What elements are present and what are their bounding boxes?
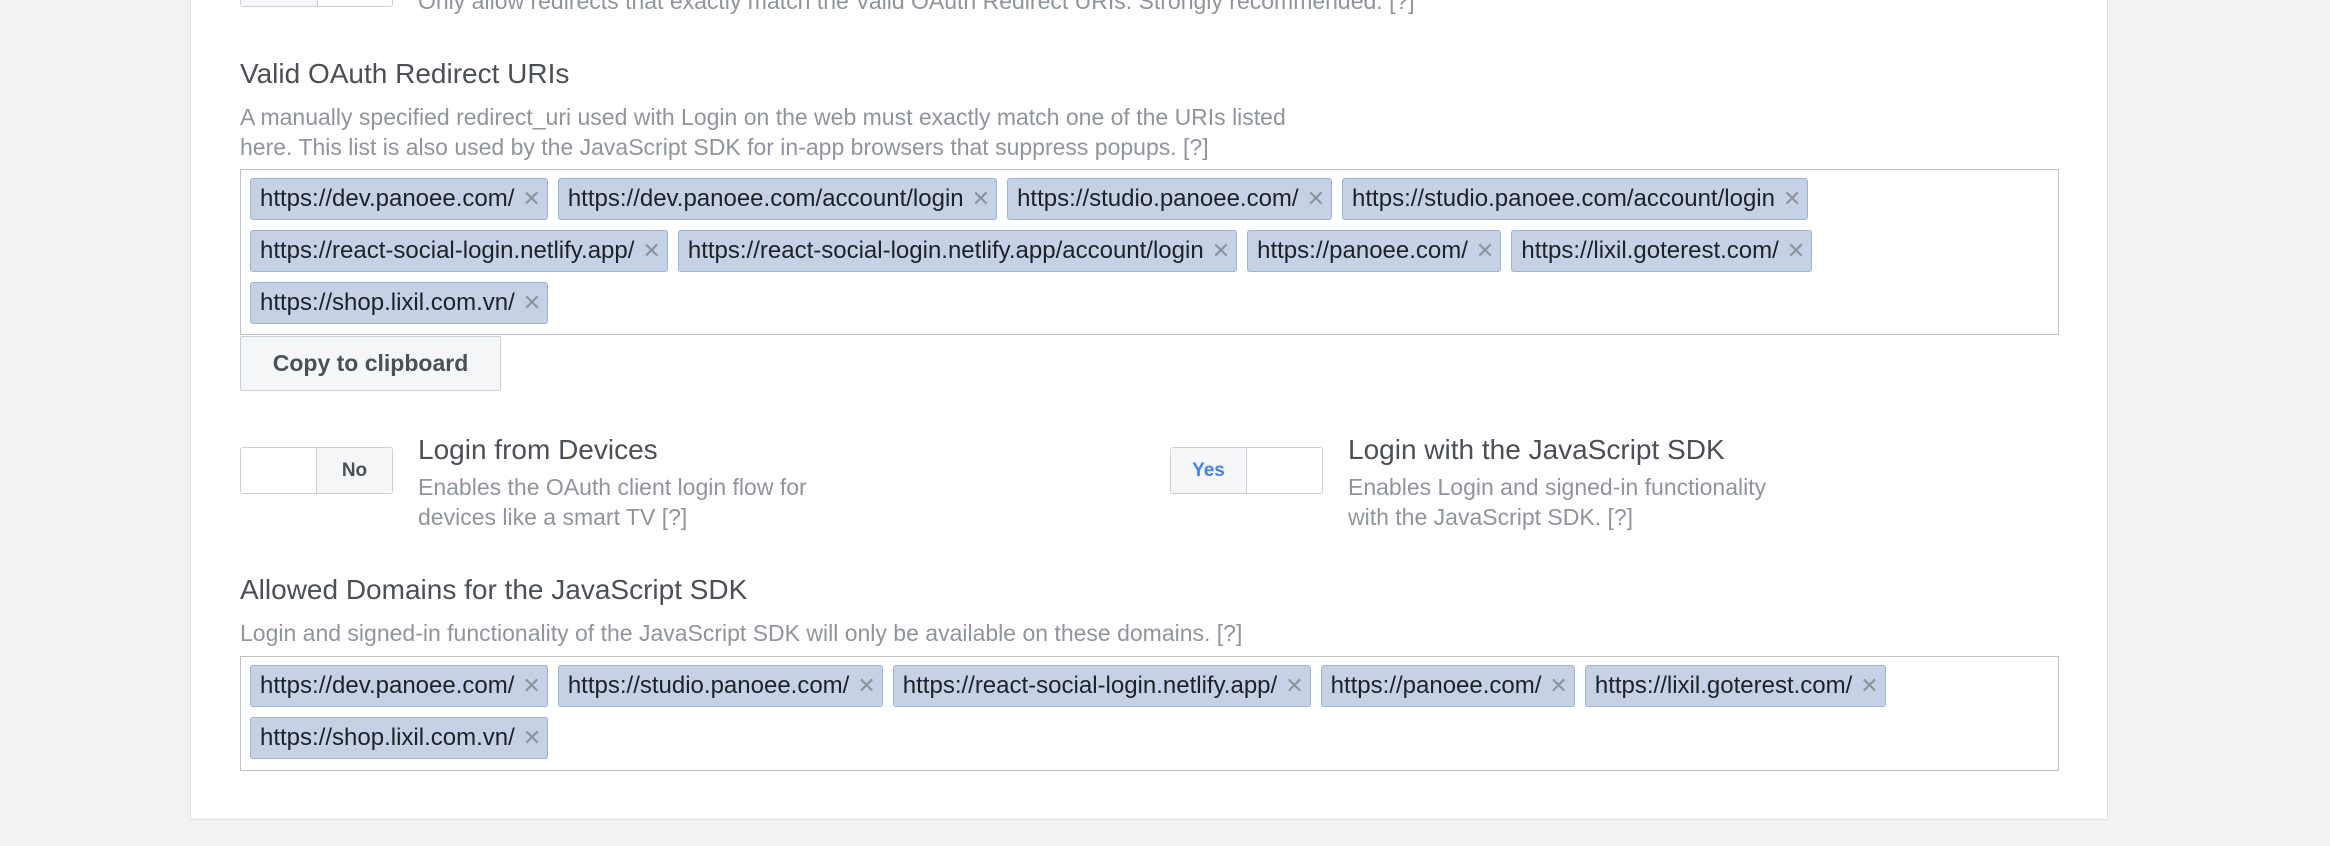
close-icon[interactable]: ✕ (642, 238, 660, 264)
login-js-sdk-description: Enables Login and signed-in functionalit… (1348, 472, 1766, 532)
url-tag-label: https://shop.lixil.com.vn/ (260, 289, 515, 316)
close-icon[interactable]: ✕ (1307, 186, 1325, 212)
url-tag[interactable]: https://studio.panoee.com/ ✕ (557, 665, 883, 707)
url-tag[interactable]: https://react-social-login.netlify.app/ ✕ (892, 665, 1311, 707)
redirect-uris-description-line1: A manually specified redirect_uri used w… (240, 104, 1286, 130)
allowed-domains-title: Allowed Domains for the JavaScript SDK (240, 574, 748, 605)
redirect-uris-input[interactable]: https://dev.panoee.com/✕ https://dev.pano… (240, 169, 2059, 335)
url-tag[interactable]: https://shop.lixil.com.vn/ ✕ (250, 717, 549, 759)
close-icon[interactable]: ✕ (522, 673, 540, 699)
url-tag[interactable]: https://panoee.com/ ✕ (1320, 665, 1575, 707)
url-tag[interactable]: https://lixil.goterest.com/ ✕ (1511, 230, 1813, 272)
toggle-off-segment[interactable] (1247, 448, 1322, 493)
login-js-sdk-title: Login with the JavaScript SDK (1348, 434, 1725, 465)
url-tag[interactable]: https://react-social-login.netlify.app/a… (677, 230, 1238, 272)
login-js-sdk-toggle[interactable]: Yes (1170, 447, 1323, 494)
login-js-sdk-description-line2: with the JavaScript SDK. [?] (1348, 504, 1634, 530)
redirect-uris-description: A manually specified redirect_uri used w… (240, 102, 1286, 162)
allowed-domains-input[interactable]: https://dev.panoee.com/✕ https://studio.p… (240, 656, 2059, 771)
url-tag-label: https://react-social-login.netlify.app/ (902, 672, 1278, 699)
strict-mode-toggle[interactable] (240, 0, 393, 7)
close-icon[interactable]: ✕ (523, 290, 541, 316)
url-tag-label: https://dev.panoee.com/account/login (567, 185, 964, 212)
allowed-domains-tag-list: https://dev.panoee.com/✕ https://studio.p… (250, 665, 2052, 769)
redirect-uris-description-line2: here. This list is also used by the Java… (240, 134, 1209, 160)
url-tag[interactable]: https://react-social-login.netlify.app/ ✕ (250, 230, 668, 272)
allowed-domains-description: Login and signed-in functionality of the… (240, 620, 1243, 646)
close-icon[interactable]: ✕ (1787, 238, 1805, 264)
url-tag-label: https://shop.lixil.com.vn/ (260, 724, 515, 751)
url-tag-label: https://studio.panoee.com/ (567, 672, 850, 699)
url-tag[interactable]: https://panoee.com/ ✕ (1247, 230, 1502, 272)
login-from-devices-description-line1: Enables the OAuth client login flow for (418, 474, 807, 500)
close-icon[interactable]: ✕ (1783, 186, 1801, 212)
url-tag-label: https://react-social-login.netlify.app/a… (687, 237, 1204, 264)
url-tag[interactable]: https://lixil.goterest.com/ ✕ (1584, 665, 1886, 707)
redirect-uris-title: Valid OAuth Redirect URIs (240, 58, 570, 89)
close-icon[interactable]: ✕ (1212, 238, 1230, 264)
url-tag-label: https://dev.panoee.com/ (260, 185, 515, 212)
login-from-devices-description: Enables the OAuth client login flow for … (418, 472, 807, 532)
close-icon[interactable]: ✕ (857, 673, 875, 699)
url-tag-label: https://lixil.goterest.com/ (1521, 237, 1779, 264)
toggle-off-segment[interactable] (241, 448, 316, 493)
url-tag-label: https://lixil.goterest.com/ (1594, 672, 1853, 699)
close-icon[interactable]: ✕ (523, 725, 541, 751)
login-js-sdk-description-line1: Enables Login and signed-in functionalit… (1348, 474, 1767, 500)
url-tag-label: https://dev.panoee.com/ (260, 672, 515, 699)
url-tag[interactable]: https://dev.panoee.com/account/login ✕ (557, 178, 998, 220)
close-icon[interactable]: ✕ (1860, 673, 1878, 699)
url-tag-label: https://panoee.com/ (1257, 237, 1468, 264)
close-icon[interactable]: ✕ (522, 186, 540, 212)
url-tag[interactable]: https://studio.panoee.com/ ✕ (1007, 178, 1333, 220)
login-from-devices-title: Login from Devices (418, 434, 658, 465)
url-tag[interactable]: https://studio.panoee.com/account/login ✕ (1342, 178, 1809, 220)
close-icon[interactable]: ✕ (1476, 238, 1494, 264)
close-icon[interactable]: ✕ (972, 186, 990, 212)
strict-mode-description: Only allow redirects that exactly match … (418, 0, 1415, 14)
close-icon[interactable]: ✕ (1285, 673, 1303, 699)
url-tag-label: https://panoee.com/ (1330, 672, 1542, 699)
copy-to-clipboard-button[interactable]: Copy to clipboard (240, 336, 501, 391)
toggle-yes-label[interactable]: Yes (1171, 448, 1247, 493)
toggle-no-label[interactable]: No (316, 448, 392, 493)
close-icon[interactable]: ✕ (1549, 673, 1567, 699)
login-from-devices-description-line2: devices like a smart TV [?] (418, 504, 688, 530)
url-tag-label: https://studio.panoee.com/account/login (1352, 185, 1775, 212)
url-tag[interactable]: https://shop.lixil.com.vn/ ✕ (250, 282, 549, 324)
url-tag[interactable]: https://dev.panoee.com/ ✕ (250, 665, 548, 707)
login-from-devices-toggle[interactable]: No (240, 447, 393, 494)
url-tag-label: https://react-social-login.netlify.app/ (260, 237, 635, 264)
redirect-uris-tag-list: https://dev.panoee.com/✕ https://dev.pano… (250, 178, 2052, 334)
url-tag[interactable]: https://dev.panoee.com/ ✕ (250, 178, 548, 220)
url-tag-label: https://studio.panoee.com/ (1017, 185, 1299, 212)
